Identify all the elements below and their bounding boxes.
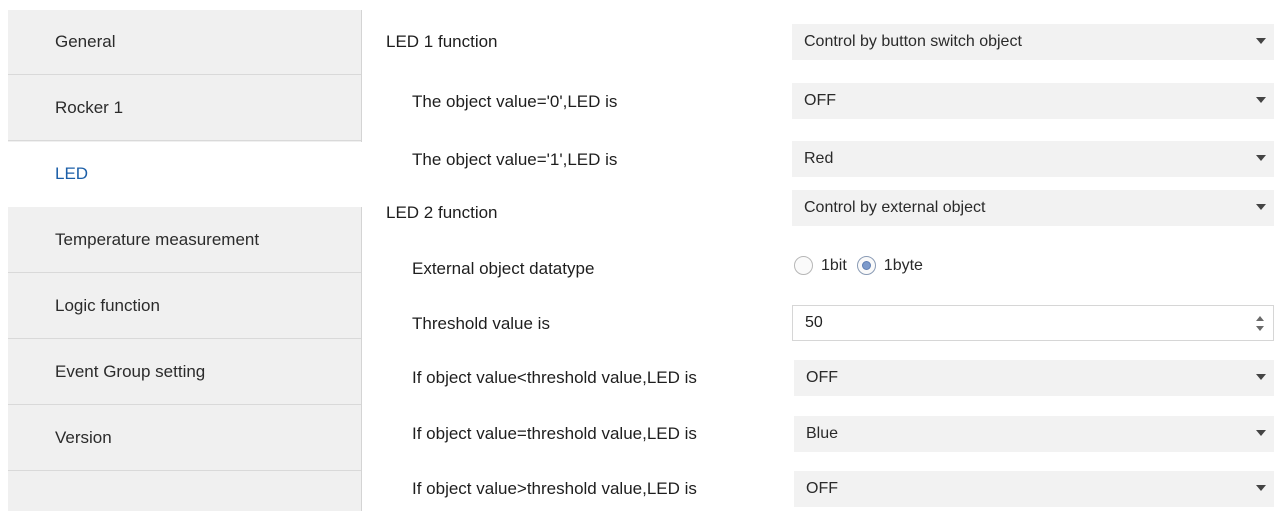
sidebar-item-label: General — [55, 32, 116, 51]
chevron-down-icon — [1256, 204, 1266, 210]
sidebar-item-label: Version — [55, 428, 112, 447]
sidebar: General Rocker 1 LED Temperature measure… — [8, 10, 362, 511]
parameter-panel: LED 1 function Control by button switch … — [362, 10, 1274, 511]
threshold-value: 50 — [805, 314, 823, 331]
radio-1byte[interactable] — [856, 256, 876, 275]
object-value-1-label: The object value='1',LED is — [412, 150, 618, 169]
lt-threshold-select[interactable]: OFF — [794, 360, 1274, 396]
threshold-spinbox[interactable]: 50 — [792, 305, 1274, 341]
object-value-0-value: OFF — [804, 92, 836, 109]
chevron-down-icon — [1256, 374, 1266, 380]
led2-function-select[interactable]: Control by external object — [792, 190, 1274, 226]
sidebar-item-version[interactable]: Version — [8, 406, 361, 471]
object-value-1-select[interactable]: Red — [792, 141, 1274, 177]
gt-threshold-select[interactable]: OFF — [794, 471, 1274, 507]
lt-threshold-label: If object value<threshold value,LED is — [412, 368, 697, 387]
lt-threshold-value: OFF — [806, 369, 838, 386]
object-value-0-select[interactable]: OFF — [792, 83, 1274, 119]
spinner-down-icon[interactable] — [1256, 326, 1264, 331]
sidebar-item-label: Temperature measurement — [55, 230, 260, 249]
sidebar-item-rocker-1[interactable]: Rocker 1 — [8, 76, 361, 141]
sidebar-item-label: LED — [55, 164, 89, 183]
sidebar-item-event-group-setting[interactable]: Event Group setting — [8, 340, 361, 405]
led2-function-value: Control by external object — [804, 199, 986, 216]
radio-1byte-label: 1byte — [883, 256, 923, 274]
chevron-down-icon — [1256, 38, 1266, 44]
external-datatype-label: External object datatype — [412, 259, 595, 278]
sidebar-item-general[interactable]: General — [8, 10, 361, 75]
sidebar-item-label: Event Group setting — [55, 362, 206, 381]
radio-1bit[interactable] — [794, 256, 813, 275]
radio-1bit-label: 1bit — [821, 256, 847, 274]
led1-function-label: LED 1 function — [386, 32, 498, 51]
sidebar-item-temperature-measurement[interactable]: Temperature measurement — [8, 208, 361, 273]
spinner-up-icon[interactable] — [1256, 316, 1264, 321]
gt-threshold-value: OFF — [806, 480, 838, 497]
object-value-1-value: Red — [804, 150, 834, 167]
chevron-down-icon — [1256, 155, 1266, 161]
object-value-0-label: The object value='0',LED is — [412, 92, 618, 111]
threshold-label: Threshold value is — [412, 314, 550, 333]
sidebar-item-logic-function[interactable]: Logic function — [8, 274, 361, 339]
sidebar-item-label: Rocker 1 — [55, 98, 124, 117]
datatype-radio-group: 1bit 1byte — [794, 256, 933, 275]
led1-function-value: Control by button switch object — [804, 33, 1022, 50]
eq-threshold-label: If object value=threshold value,LED is — [412, 424, 697, 443]
chevron-down-icon — [1256, 97, 1266, 103]
led1-function-select[interactable]: Control by button switch object — [792, 24, 1274, 60]
chevron-down-icon — [1256, 430, 1266, 436]
eq-threshold-select[interactable]: Blue — [794, 416, 1274, 452]
eq-threshold-value: Blue — [806, 425, 839, 442]
led2-function-label: LED 2 function — [386, 203, 498, 222]
sidebar-item-led[interactable]: LED — [8, 142, 362, 207]
chevron-down-icon — [1256, 485, 1266, 491]
gt-threshold-label: If object value>threshold value,LED is — [412, 479, 697, 498]
sidebar-item-label: Logic function — [55, 296, 160, 315]
